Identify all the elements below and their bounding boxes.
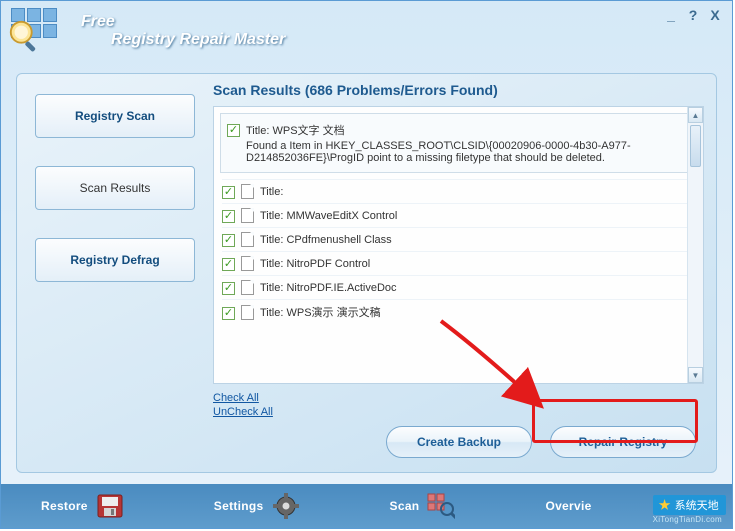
scroll-up-button[interactable]: ▲ bbox=[688, 107, 703, 123]
close-button[interactable]: X bbox=[708, 9, 722, 23]
selected-item-detail: ✓ Title: WPS文字 文档 Found a Item in HKEY_C… bbox=[220, 113, 697, 173]
app-title: Free Registry Repair Master bbox=[81, 13, 285, 49]
row-checkbox[interactable]: ✓ bbox=[222, 186, 235, 199]
uncheck-all-link[interactable]: UnCheck All bbox=[213, 406, 704, 418]
button-label: Create Backup bbox=[417, 435, 501, 449]
repair-registry-button[interactable]: Repair Registry bbox=[550, 426, 696, 458]
main-panel: Registry Scan Scan Results Registry Defr… bbox=[16, 73, 717, 473]
result-row[interactable]: ✓ Title: bbox=[222, 179, 695, 203]
row-label: Title: NitroPDF Control bbox=[260, 258, 370, 270]
row-checkbox[interactable]: ✓ bbox=[222, 210, 235, 223]
file-icon bbox=[241, 280, 254, 295]
result-rows: ✓ Title: ✓ Title: MMWaveEditX Control ✓ Tit… bbox=[214, 179, 703, 324]
row-label: Title: bbox=[260, 186, 283, 198]
toolbar-settings[interactable]: Settings bbox=[214, 493, 300, 519]
sidebar-item-label: Scan Results bbox=[80, 181, 151, 195]
bottom-toolbar: Restore Settings Scan Overvie bbox=[1, 484, 732, 528]
file-icon bbox=[241, 232, 254, 247]
file-icon bbox=[241, 208, 254, 223]
result-row[interactable]: ✓ Title: CPdfmenushell Class bbox=[222, 227, 695, 251]
toolbar-label: Scan bbox=[390, 499, 420, 513]
title-bar: Free Registry Repair Master _ ? X bbox=[1, 1, 732, 61]
row-label: Title: MMWaveEditX Control bbox=[260, 210, 397, 222]
result-row[interactable]: ✓ Title: MMWaveEditX Control bbox=[222, 203, 695, 227]
row-label: Title: WPS演示 演示文稿 bbox=[260, 304, 381, 320]
result-row[interactable]: ✓ Title: NitroPDF.IE.ActiveDoc bbox=[222, 275, 695, 299]
sidebar: Registry Scan Scan Results Registry Defr… bbox=[35, 94, 195, 282]
row-label: Title: CPdfmenushell Class bbox=[260, 234, 392, 246]
file-icon bbox=[241, 184, 254, 199]
row-label: Title: NitroPDF.IE.ActiveDoc bbox=[260, 282, 397, 294]
create-backup-button[interactable]: Create Backup bbox=[386, 426, 532, 458]
toolbar-scan[interactable]: Scan bbox=[390, 493, 456, 519]
toolbar-label: Restore bbox=[41, 499, 88, 513]
gear-icon bbox=[272, 493, 300, 519]
row-checkbox[interactable]: ✓ bbox=[222, 282, 235, 295]
file-icon bbox=[241, 305, 254, 320]
result-row[interactable]: ✓ Title: NitroPDF Control bbox=[222, 251, 695, 275]
row-checkbox[interactable]: ✓ bbox=[222, 307, 235, 320]
sidebar-item-label: Registry Scan bbox=[75, 109, 155, 123]
scroll-down-button[interactable]: ▼ bbox=[688, 367, 703, 383]
scrollbar[interactable]: ▲ ▼ bbox=[687, 107, 703, 383]
content-area: Scan Results (686 Problems/Errors Found)… bbox=[213, 82, 704, 462]
app-logo bbox=[11, 8, 63, 54]
toolbar-label: Overvie bbox=[545, 499, 591, 513]
sidebar-item-label: Registry Defrag bbox=[70, 253, 159, 267]
toolbar-label: Settings bbox=[214, 499, 264, 513]
app-window: Free Registry Repair Master _ ? X Regist… bbox=[0, 0, 733, 529]
star-icon bbox=[659, 499, 671, 511]
results-list: ✓ Title: WPS文字 文档 Found a Item in HKEY_C… bbox=[213, 106, 704, 384]
button-label: Repair Registry bbox=[579, 435, 668, 449]
sidebar-item-registry-scan[interactable]: Registry Scan bbox=[35, 94, 195, 138]
detail-checkbox[interactable]: ✓ bbox=[227, 124, 240, 137]
watermark-sub: XiTongTianDi.com bbox=[653, 515, 726, 524]
check-all-link[interactable]: Check All bbox=[213, 392, 704, 404]
result-row[interactable]: ✓ Title: WPS演示 演示文稿 bbox=[222, 299, 695, 324]
sidebar-item-registry-defrag[interactable]: Registry Defrag bbox=[35, 238, 195, 282]
watermark-text: 系统天地 bbox=[675, 497, 719, 513]
detail-title: Title: WPS文字 文档 bbox=[246, 122, 690, 138]
scan-results-header: Scan Results (686 Problems/Errors Found) bbox=[213, 82, 704, 98]
help-button[interactable]: ? bbox=[686, 9, 700, 23]
file-icon bbox=[241, 256, 254, 271]
title-line1: Free bbox=[81, 13, 285, 31]
floppy-icon bbox=[96, 493, 124, 519]
watermark: 系统天地 XiTongTianDi.com bbox=[653, 495, 726, 524]
scan-icon bbox=[427, 493, 455, 519]
row-checkbox[interactable]: ✓ bbox=[222, 258, 235, 271]
row-checkbox[interactable]: ✓ bbox=[222, 234, 235, 247]
check-links: Check All UnCheck All bbox=[213, 392, 704, 418]
magnifier-icon bbox=[7, 18, 45, 59]
toolbar-overview[interactable]: Overvie bbox=[545, 499, 591, 513]
minimize-button[interactable]: _ bbox=[664, 9, 678, 23]
title-line2: Registry Repair Master bbox=[111, 31, 285, 49]
toolbar-restore[interactable]: Restore bbox=[41, 493, 124, 519]
detail-description: Found a Item in HKEY_CLASSES_ROOT\CLSID\… bbox=[246, 140, 690, 164]
sidebar-item-scan-results[interactable]: Scan Results bbox=[35, 166, 195, 210]
scroll-thumb[interactable] bbox=[690, 125, 701, 167]
